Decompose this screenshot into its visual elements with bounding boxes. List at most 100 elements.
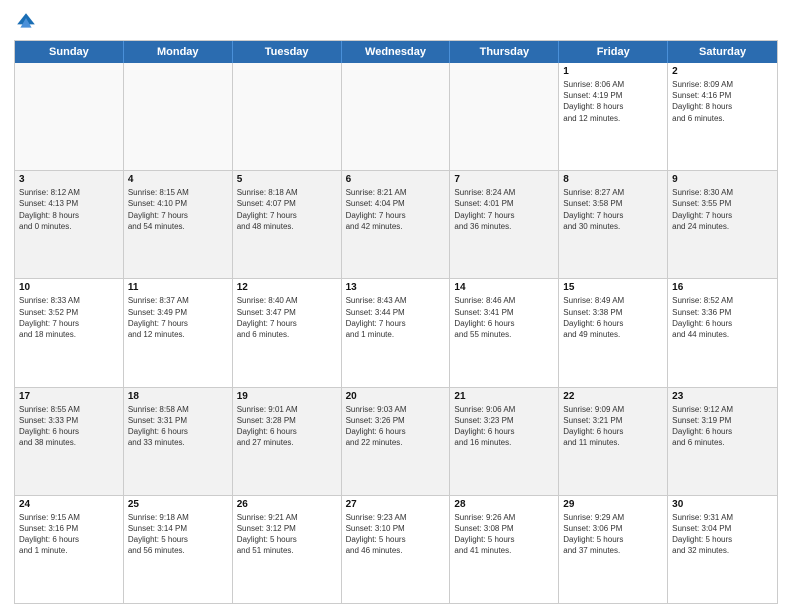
weekday-header-tuesday: Tuesday: [233, 41, 342, 63]
header: [14, 10, 778, 34]
calendar: SundayMondayTuesdayWednesdayThursdayFrid…: [14, 40, 778, 604]
day-cell-19: 19 Sunrise: 9:01 AM Sunset: 3:28 PM Dayli…: [233, 388, 342, 495]
day-cell-26: 26Sunrise: 9:21 AM Sunset: 3:12 PM Dayli…: [233, 496, 342, 603]
day-info: Sunrise: 8:40 AM Sunset: 3:47 PM Dayligh…: [237, 295, 337, 340]
day-info: Sunrise: 9:09 AM Sunset: 3:21 PM Dayligh…: [563, 404, 663, 449]
day-info: Sunrise: 9:03 AM Sunset: 3:26 PM Dayligh…: [346, 404, 446, 449]
day-info: Sunrise: 8:09 AM Sunset: 4:16 PM Dayligh…: [672, 79, 773, 124]
calendar-row-4: 24 Sunrise: 9:15 AM Sunset: 3:16 PM Dayli…: [15, 495, 777, 603]
day-info: Sunrise: 8:06 AM Sunset: 4:19 PM Dayligh…: [563, 79, 663, 124]
weekday-header-wednesday: Wednesday: [342, 41, 451, 63]
day-info: Sunrise: 9:29 AM Sunset: 3:06 PM Dayligh…: [563, 512, 663, 557]
day-info: Sunrise: 9:31 AM Sunset: 3:04 PM Dayligh…: [672, 512, 773, 557]
day-cell-16: 16 Sunrise: 8:52 AM Sunset: 3:36 PM Dayli…: [668, 279, 777, 386]
weekday-header-friday: Friday: [559, 41, 668, 63]
day-cell-30: 30 Sunrise: 9:31 AM Sunset: 3:04 PM Dayli…: [668, 496, 777, 603]
day-cell-20: 20 Sunrise: 9:03 AM Sunset: 3:26 PM Dayli…: [342, 388, 451, 495]
day-info: Sunrise: 8:12 AM Sunset: 4:13 PM Dayligh…: [19, 187, 119, 232]
day-number: 14: [454, 282, 554, 293]
day-cell-8: 8 Sunrise: 8:27 AM Sunset: 3:58 PM Daylig…: [559, 171, 668, 278]
day-cell-12: 12 Sunrise: 8:40 AM Sunset: 3:47 PM Dayli…: [233, 279, 342, 386]
empty-cell-0-4: [450, 63, 559, 170]
day-info: Sunrise: 8:15 AM Sunset: 4:10 PM Dayligh…: [128, 187, 228, 232]
day-cell-7: 7Sunrise: 8:24 AM Sunset: 4:01 PM Daylig…: [450, 171, 559, 278]
day-cell-2: 2 Sunrise: 8:09 AM Sunset: 4:16 PM Daylig…: [668, 63, 777, 170]
calendar-row-1: 3 Sunrise: 8:12 AM Sunset: 4:13 PM Daylig…: [15, 170, 777, 278]
day-number: 21: [454, 391, 554, 402]
day-cell-25: 25 Sunrise: 9:18 AM Sunset: 3:14 PM Dayli…: [124, 496, 233, 603]
day-info: Sunrise: 9:12 AM Sunset: 3:19 PM Dayligh…: [672, 404, 773, 449]
logo-icon: [14, 10, 38, 34]
day-cell-6: 6Sunrise: 8:21 AM Sunset: 4:04 PM Daylig…: [342, 171, 451, 278]
day-number: 20: [346, 391, 446, 402]
day-info: Sunrise: 9:01 AM Sunset: 3:28 PM Dayligh…: [237, 404, 337, 449]
day-cell-3: 3 Sunrise: 8:12 AM Sunset: 4:13 PM Daylig…: [15, 171, 124, 278]
calendar-body: 1 Sunrise: 8:06 AM Sunset: 4:19 PM Daylig…: [15, 63, 777, 603]
empty-cell-0-3: [342, 63, 451, 170]
day-number: 9: [672, 174, 773, 185]
page: SundayMondayTuesdayWednesdayThursdayFrid…: [0, 0, 792, 612]
day-number: 30: [672, 499, 773, 510]
day-number: 5: [237, 174, 337, 185]
day-cell-21: 21 Sunrise: 9:06 AM Sunset: 3:23 PM Dayli…: [450, 388, 559, 495]
day-cell-24: 24 Sunrise: 9:15 AM Sunset: 3:16 PM Dayli…: [15, 496, 124, 603]
day-number: 13: [346, 282, 446, 293]
day-number: 8: [563, 174, 663, 185]
calendar-row-0: 1 Sunrise: 8:06 AM Sunset: 4:19 PM Daylig…: [15, 63, 777, 170]
day-cell-27: 27Sunrise: 9:23 AM Sunset: 3:10 PM Dayli…: [342, 496, 451, 603]
day-number: 15: [563, 282, 663, 293]
day-cell-22: 22 Sunrise: 9:09 AM Sunset: 3:21 PM Dayli…: [559, 388, 668, 495]
day-number: 16: [672, 282, 773, 293]
day-cell-14: 14 Sunrise: 8:46 AM Sunset: 3:41 PM Dayli…: [450, 279, 559, 386]
day-number: 7: [454, 174, 554, 185]
day-info: Sunrise: 8:27 AM Sunset: 3:58 PM Dayligh…: [563, 187, 663, 232]
weekday-header-monday: Monday: [124, 41, 233, 63]
day-info: Sunrise: 8:58 AM Sunset: 3:31 PM Dayligh…: [128, 404, 228, 449]
day-number: 11: [128, 282, 228, 293]
day-number: 3: [19, 174, 119, 185]
day-info: Sunrise: 8:21 AM Sunset: 4:04 PM Dayligh…: [346, 187, 446, 232]
weekday-header-saturday: Saturday: [668, 41, 777, 63]
day-info: Sunrise: 8:30 AM Sunset: 3:55 PM Dayligh…: [672, 187, 773, 232]
day-number: 2: [672, 66, 773, 77]
empty-cell-0-1: [124, 63, 233, 170]
day-number: 25: [128, 499, 228, 510]
day-number: 19: [237, 391, 337, 402]
day-number: 28: [454, 499, 554, 510]
day-cell-18: 18 Sunrise: 8:58 AM Sunset: 3:31 PM Dayli…: [124, 388, 233, 495]
day-info: Sunrise: 8:49 AM Sunset: 3:38 PM Dayligh…: [563, 295, 663, 340]
day-cell-1: 1 Sunrise: 8:06 AM Sunset: 4:19 PM Daylig…: [559, 63, 668, 170]
day-cell-10: 10 Sunrise: 8:33 AM Sunset: 3:52 PM Dayli…: [15, 279, 124, 386]
day-cell-28: 28Sunrise: 9:26 AM Sunset: 3:08 PM Dayli…: [450, 496, 559, 603]
day-cell-5: 5Sunrise: 8:18 AM Sunset: 4:07 PM Daylig…: [233, 171, 342, 278]
day-number: 17: [19, 391, 119, 402]
day-info: Sunrise: 9:06 AM Sunset: 3:23 PM Dayligh…: [454, 404, 554, 449]
day-number: 10: [19, 282, 119, 293]
day-info: Sunrise: 8:52 AM Sunset: 3:36 PM Dayligh…: [672, 295, 773, 340]
day-number: 1: [563, 66, 663, 77]
day-info: Sunrise: 8:33 AM Sunset: 3:52 PM Dayligh…: [19, 295, 119, 340]
day-info: Sunrise: 9:15 AM Sunset: 3:16 PM Dayligh…: [19, 512, 119, 557]
day-cell-4: 4 Sunrise: 8:15 AM Sunset: 4:10 PM Daylig…: [124, 171, 233, 278]
day-cell-23: 23Sunrise: 9:12 AM Sunset: 3:19 PM Dayli…: [668, 388, 777, 495]
empty-cell-0-0: [15, 63, 124, 170]
day-number: 27: [346, 499, 446, 510]
day-number: 22: [563, 391, 663, 402]
day-number: 18: [128, 391, 228, 402]
day-number: 12: [237, 282, 337, 293]
calendar-row-3: 17 Sunrise: 8:55 AM Sunset: 3:33 PM Dayli…: [15, 387, 777, 495]
weekday-header-sunday: Sunday: [15, 41, 124, 63]
day-info: Sunrise: 8:43 AM Sunset: 3:44 PM Dayligh…: [346, 295, 446, 340]
day-cell-15: 15 Sunrise: 8:49 AM Sunset: 3:38 PM Dayli…: [559, 279, 668, 386]
weekday-header-thursday: Thursday: [450, 41, 559, 63]
day-info: Sunrise: 8:46 AM Sunset: 3:41 PM Dayligh…: [454, 295, 554, 340]
day-info: Sunrise: 9:18 AM Sunset: 3:14 PM Dayligh…: [128, 512, 228, 557]
day-number: 24: [19, 499, 119, 510]
day-cell-29: 29Sunrise: 9:29 AM Sunset: 3:06 PM Dayli…: [559, 496, 668, 603]
day-number: 26: [237, 499, 337, 510]
day-cell-9: 9 Sunrise: 8:30 AM Sunset: 3:55 PM Daylig…: [668, 171, 777, 278]
day-number: 4: [128, 174, 228, 185]
calendar-header: SundayMondayTuesdayWednesdayThursdayFrid…: [15, 41, 777, 63]
day-info: Sunrise: 8:55 AM Sunset: 3:33 PM Dayligh…: [19, 404, 119, 449]
day-cell-13: 13 Sunrise: 8:43 AM Sunset: 3:44 PM Dayli…: [342, 279, 451, 386]
